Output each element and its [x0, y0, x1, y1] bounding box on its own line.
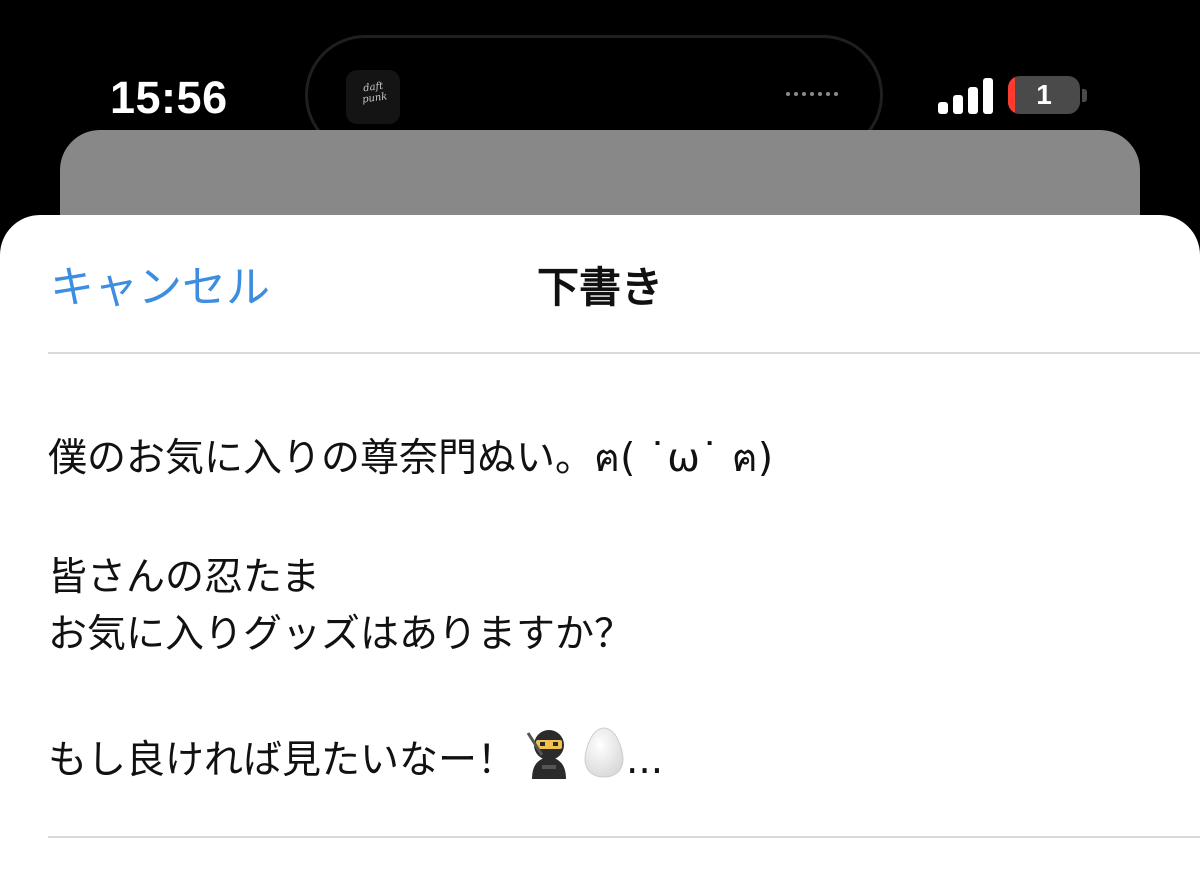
sheet-title: 下書き	[536, 263, 663, 312]
album-art-logo: daft punk	[361, 80, 389, 106]
egg-icon	[584, 727, 624, 778]
draft-text-line: お気に入りグッズはありますか？	[48, 612, 634, 657]
ninja-icon	[526, 730, 567, 779]
draft-text-line: 僕のお気に入りの尊奈門ぬい。ฅ( ˙ω˙ ฅ)	[48, 436, 774, 481]
audio-waveform-icon	[786, 92, 838, 96]
drafts-sheet: キャンセル 下書き 僕のお気に入りの尊奈門ぬい。ฅ( ˙ω˙ ฅ) 皆さんの忍た…	[0, 215, 1200, 880]
signal-bar	[968, 87, 978, 114]
signal-bar	[953, 95, 963, 114]
signal-bar	[983, 78, 993, 114]
header-divider	[48, 352, 1200, 354]
now-playing-album-art[interactable]: daft punk	[346, 70, 400, 124]
battery-tip	[1082, 89, 1087, 102]
signal-bars-icon	[938, 78, 994, 114]
draft-divider	[48, 836, 1200, 838]
draft-text-line: 皆さんの忍たま	[48, 555, 320, 600]
draft-text-line-last: もし良ければ見たいなー！ ...	[48, 725, 1158, 783]
signal-bar	[938, 102, 948, 114]
draft-text-segment: もし良ければ見たいなー！	[48, 738, 517, 783]
status-time: 15:56	[110, 72, 228, 123]
ellipsis: ...	[626, 738, 664, 783]
battery-icon: 1	[1008, 76, 1080, 114]
battery-percentage: 1	[1036, 79, 1052, 110]
draft-item[interactable]: 僕のお気に入りの尊奈門ぬい。ฅ( ˙ω˙ ฅ) 皆さんの忍たま お気に入りグッズ…	[48, 430, 1158, 783]
